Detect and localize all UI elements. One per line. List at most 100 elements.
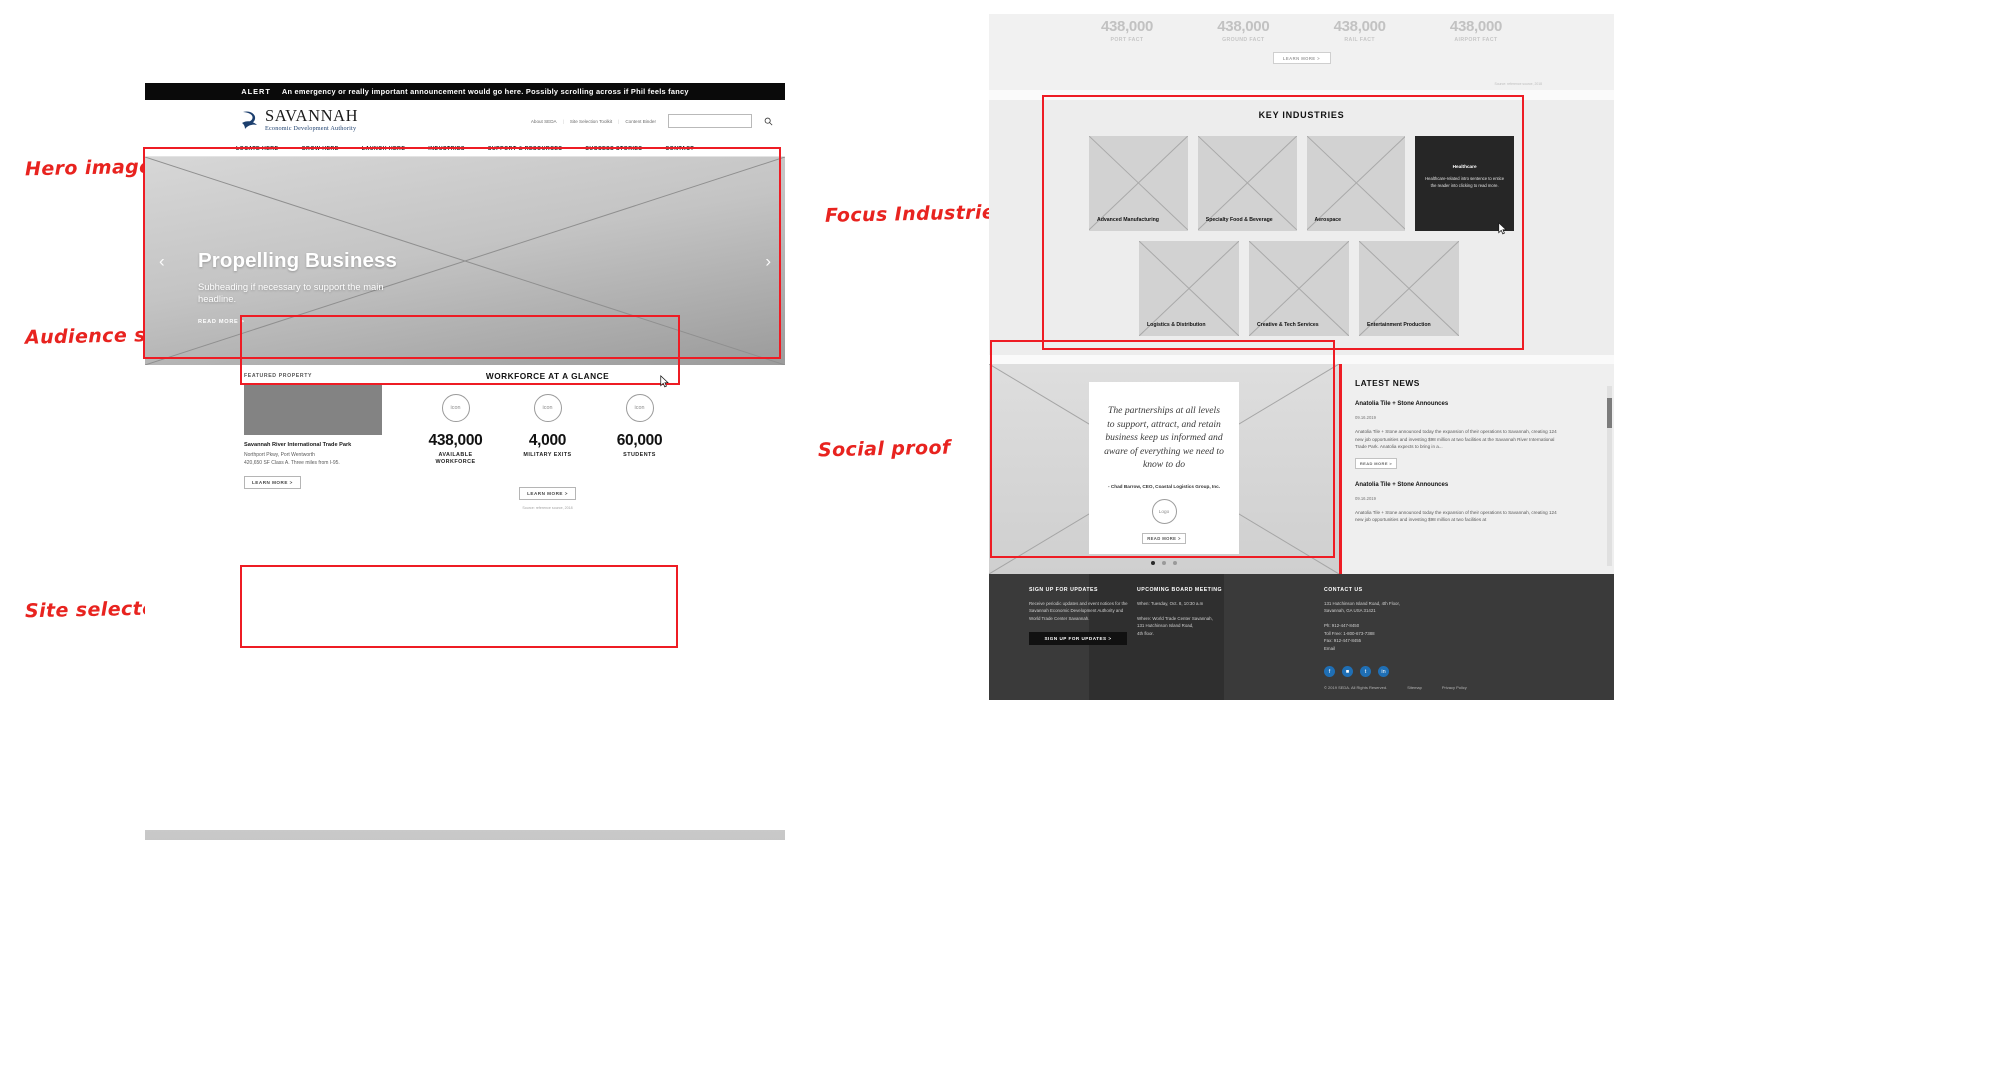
infra-caption: RAIL FACT bbox=[1344, 37, 1375, 43]
infra-value: 438,000 bbox=[1217, 18, 1270, 35]
carousel-dot-2[interactable] bbox=[1162, 561, 1166, 565]
featured-property-detail: 420,650 SF Class A. Three miles from I-9… bbox=[244, 459, 340, 466]
news-date: 09.16.2019 bbox=[1355, 415, 1376, 420]
right-infra-learn-more-button[interactable]: LEARN MORE > bbox=[1272, 52, 1331, 64]
utility-separator: | bbox=[618, 118, 620, 124]
seda-wordmark: SAVANNAH Economic Development Authority bbox=[265, 107, 358, 132]
industry-card-specialty-food-beverage[interactable]: Specialty Food & Beverage bbox=[1197, 136, 1297, 231]
stat-icon: icon bbox=[441, 394, 470, 422]
right-infra-source: Source: reference source, 2018 bbox=[1494, 82, 1543, 86]
industry-hover-title: Healthcare bbox=[1452, 164, 1477, 169]
utility-link-about[interactable]: About SEDA bbox=[531, 119, 557, 124]
industry-label: Specialty Food & Beverage bbox=[1205, 217, 1273, 223]
site-header: SAVANNAH Economic Development Authority … bbox=[145, 100, 785, 141]
search-icon[interactable] bbox=[764, 117, 773, 126]
footer-copyright: © 2019 SEDA. All Rights Reserved. bbox=[1324, 685, 1388, 690]
industry-card-healthcare[interactable]: Healthcare Healthcare-related intro sent… bbox=[1415, 136, 1514, 231]
carousel-dot-3[interactable] bbox=[1173, 561, 1177, 565]
alert-bar: ALERT An emergency or really important a… bbox=[145, 83, 785, 100]
footer-social-links: f ■ t in bbox=[1324, 666, 1389, 677]
industry-label: Logistics & Distribution bbox=[1147, 322, 1206, 328]
placeholder-cross-icon bbox=[1089, 136, 1188, 230]
nav-item-locate-here[interactable]: LOCATE HERE bbox=[236, 146, 279, 152]
footer-text: 131 Hutchinson Island Road, 4th Floor, S… bbox=[1324, 601, 1400, 651]
news-read-more-button[interactable]: READ MORE > bbox=[1355, 457, 1397, 469]
testimonial-read-more-button[interactable]: READ MORE > bbox=[1142, 533, 1186, 545]
industry-card-entertainment-production[interactable]: Entertainment Production bbox=[1359, 241, 1459, 336]
stat-value: 60,000 bbox=[616, 432, 663, 449]
twitter-icon[interactable]: t bbox=[1360, 666, 1371, 677]
seda-logo[interactable]: SAVANNAH Economic Development Authority bbox=[240, 107, 358, 132]
nav-item-support-resources[interactable]: SUPPORT & RESOURCES bbox=[488, 146, 562, 152]
alert-label: ALERT bbox=[241, 87, 271, 96]
utility-link-toolkit[interactable]: Site Selection Toolkit bbox=[570, 119, 612, 124]
featured-property-learn-more-button[interactable]: LEARN MORE > bbox=[244, 475, 301, 489]
news-scrollbar[interactable] bbox=[1607, 386, 1612, 566]
latest-news-title: LATEST NEWS bbox=[1355, 378, 1420, 388]
workforce-at-a-glance: WORKFORCE AT A GLANCE icon 438,000 AVAIL… bbox=[405, 371, 690, 510]
testimonial-card: The partnerships at all levels to suppor… bbox=[1089, 382, 1239, 554]
instagram-icon[interactable]: ■ bbox=[1342, 666, 1353, 677]
nav-item-grow-here[interactable]: GROW HERE bbox=[301, 146, 338, 152]
nav-item-success-stories[interactable]: SUCCESS STORIES bbox=[585, 146, 642, 152]
workforce-learn-more-button[interactable]: LEARN MORE > bbox=[519, 486, 576, 500]
nav-item-launch-here[interactable]: LAUNCH HERE bbox=[362, 146, 406, 152]
industry-card-creative-tech-services[interactable]: Creative & Tech Services bbox=[1249, 241, 1349, 336]
hero-next-arrow[interactable]: › bbox=[765, 253, 771, 270]
carousel-dot-1[interactable] bbox=[1151, 561, 1155, 565]
right-infra-stats: 438,000 PORT FACT 438,000 GROUND FACT 43… bbox=[989, 14, 1614, 43]
sign-up-for-updates-button[interactable]: SIGN UP FOR UPDATES > bbox=[1029, 632, 1127, 646]
footer-link-privacy[interactable]: Privacy Policy bbox=[1442, 685, 1467, 690]
footer-link-sitemap[interactable]: Sitemap bbox=[1407, 685, 1422, 690]
alert-message: An emergency or really important announc… bbox=[281, 87, 689, 96]
midpage-section: FEATURED PROPERTY Savannah River Interna… bbox=[145, 365, 785, 840]
key-industries-section: KEY INDUSTRIES Advanced Manufacturing Sp… bbox=[989, 100, 1614, 355]
stat-available-workforce: icon 438,000 AVAILABLE WORKFORCE bbox=[413, 394, 498, 467]
industry-card-logistics-distribution[interactable]: Logistics & Distribution bbox=[1139, 241, 1239, 336]
right-infra-stat-airport: 438,000 AIRPORT FACT bbox=[1433, 18, 1519, 43]
footer-text: When: Tuesday, Oct. 8, 10:30 a.m Where: … bbox=[1137, 601, 1213, 636]
wireframe-annotation-board: Hero image or video Audience segmentatio… bbox=[0, 0, 2002, 1080]
infra-value: 438,000 bbox=[1100, 18, 1154, 35]
stat-value: 4,000 bbox=[528, 432, 567, 449]
industry-label: Advanced Manufacturing bbox=[1097, 217, 1159, 223]
nav-item-contact[interactable]: CONTACT bbox=[665, 146, 694, 152]
workforce-cta-wrap: LEARN MORE > bbox=[405, 479, 690, 500]
footer-heading: SIGN UP FOR UPDATES bbox=[1029, 587, 1098, 593]
industry-card-aerospace[interactable]: Aerospace bbox=[1306, 136, 1406, 231]
infra-value: 438,000 bbox=[1449, 18, 1503, 35]
infra-caption: GROUND FACT bbox=[1222, 37, 1265, 43]
nav-item-industries[interactable]: INDUSTRIES bbox=[428, 146, 465, 152]
workforce-title: WORKFORCE AT A GLANCE bbox=[485, 371, 610, 381]
workforce-stats: icon 438,000 AVAILABLE WORKFORCE icon 4,… bbox=[405, 394, 690, 467]
footer-legal-row: © 2019 SEDA. All Rights Reserved. Sitema… bbox=[1324, 685, 1467, 690]
hero-subheading: Subheading if necessary to support the m… bbox=[198, 281, 384, 305]
hero-prev-arrow[interactable]: ‹ bbox=[159, 253, 165, 270]
stat-icon: icon bbox=[533, 394, 562, 422]
desktop-homepage-mock: ALERT An emergency or really important a… bbox=[145, 83, 785, 840]
testimonial-logo-placeholder: Logo bbox=[1151, 499, 1177, 525]
hero-banner: ‹ › Propelling Business Subheading if ne… bbox=[145, 157, 785, 365]
carousel-dots bbox=[989, 561, 1339, 565]
facebook-icon[interactable]: f bbox=[1324, 666, 1335, 677]
utility-link-binder[interactable]: Content Binder bbox=[625, 119, 656, 124]
news-scrollbar-thumb[interactable] bbox=[1607, 398, 1612, 428]
industry-hover-blurb: Healthcare-related intro sentence to ent… bbox=[1425, 176, 1505, 188]
testimonial-quote: The partnerships at all levels to suppor… bbox=[1104, 405, 1224, 471]
stat-value: 438,000 bbox=[428, 432, 483, 449]
social-proof-section: The partnerships at all levels to suppor… bbox=[989, 364, 1339, 574]
news-title[interactable]: Anatolia Tile + Stone Announces bbox=[1355, 401, 1560, 407]
placeholder-cross-icon bbox=[1197, 136, 1297, 230]
news-title[interactable]: Anatolia Tile + Stone Announces bbox=[1355, 482, 1560, 488]
stat-military-exits: icon 4,000 MILITARY EXITS bbox=[505, 394, 590, 467]
search-input[interactable] bbox=[668, 114, 752, 128]
right-infra-stat-rail: 438,000 RAIL FACT bbox=[1317, 18, 1403, 43]
hero-read-more-link[interactable]: READ MORE > bbox=[198, 319, 403, 325]
right-infra-stat-ground: 438,000 GROUND FACT bbox=[1200, 18, 1286, 43]
stat-icon: icon bbox=[625, 394, 654, 422]
footer-heading: UPCOMING BOARD MEETING bbox=[1137, 587, 1223, 593]
industry-card-advanced-manufacturing[interactable]: Advanced Manufacturing bbox=[1089, 136, 1188, 231]
linkedin-icon[interactable]: in bbox=[1378, 666, 1389, 677]
featured-property-image bbox=[244, 385, 382, 435]
featured-property-address: Northport Pkwy, Port Wentworth bbox=[244, 452, 315, 458]
